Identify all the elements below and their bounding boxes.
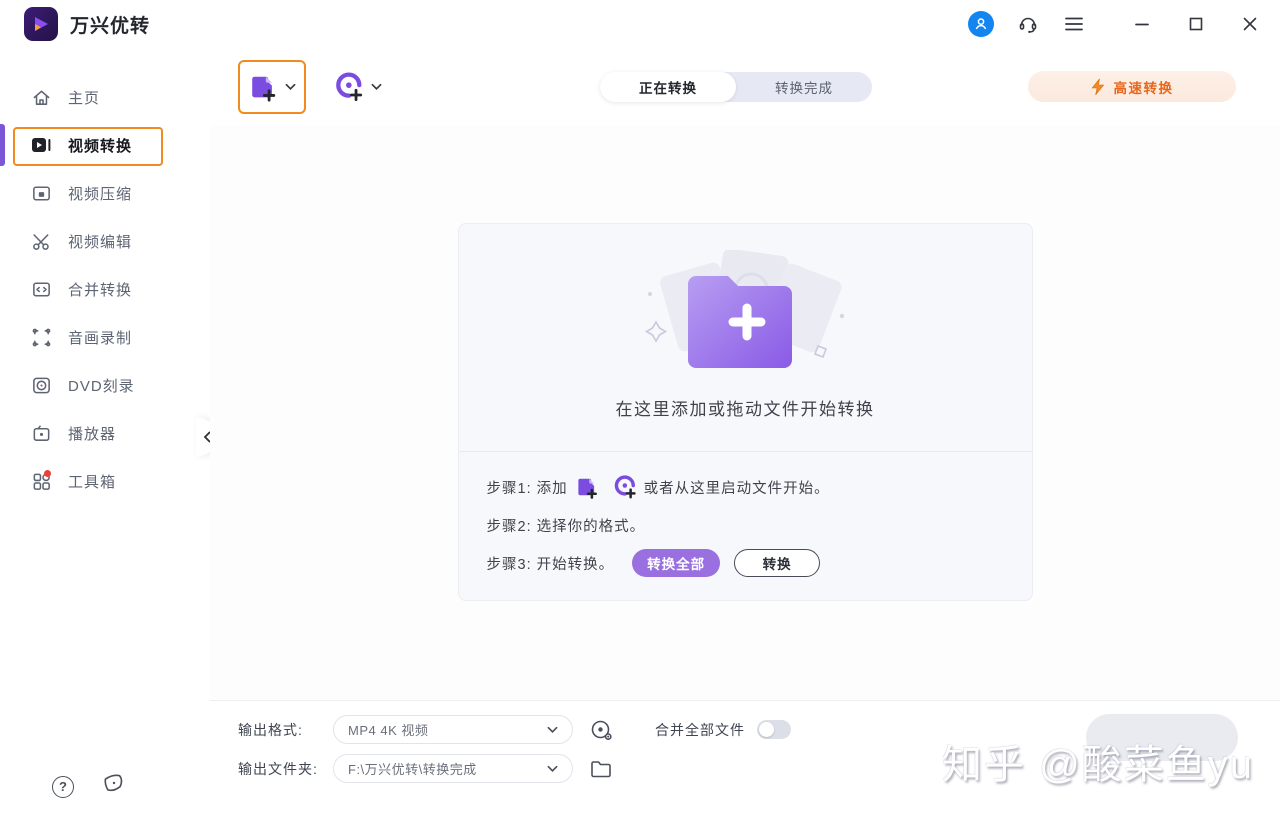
screen-record-icon xyxy=(30,326,52,348)
sidebar-item-label: 播放器 xyxy=(68,425,117,443)
merge-all-files-label: 合并全部文件 xyxy=(655,721,745,738)
sidebar-item-player[interactable]: 播放器 xyxy=(0,409,210,457)
minimize-icon[interactable] xyxy=(1130,12,1154,36)
add-files-button[interactable] xyxy=(238,59,306,114)
add-file-icon xyxy=(575,475,599,499)
close-icon[interactable] xyxy=(1238,12,1262,36)
sidebar-item-merge-convert[interactable]: 合并转换 xyxy=(0,265,210,313)
drop-zone-hint: 在这里添加或拖动文件开始转换 xyxy=(615,400,875,419)
tab-converting[interactable]: 正在转换 xyxy=(600,72,736,102)
headset-support-icon[interactable] xyxy=(1016,12,1040,36)
video-compress-icon xyxy=(30,182,52,204)
high-speed-convert-button[interactable]: 高速转换 xyxy=(1028,71,1236,102)
dvd-burn-icon xyxy=(30,374,52,396)
sidebar-item-label: 音画录制 xyxy=(68,329,133,347)
toolbar: 正在转换 转换完成 高速转换 xyxy=(210,48,1280,125)
add-file-icon xyxy=(252,76,276,102)
chevron-down-icon xyxy=(547,765,558,772)
step-3-row: 步骤3: 开始转换。 转换全部 转换 xyxy=(487,548,1004,578)
sidebar-item-home[interactable]: 主页 xyxy=(0,73,210,121)
output-folder-dropdown[interactable]: F:\万兴优转\转换完成 xyxy=(333,754,573,783)
hamburger-menu-icon[interactable] xyxy=(1062,12,1086,36)
lightning-icon xyxy=(1091,78,1104,95)
output-format-value: MP4 4K 视频 xyxy=(348,723,429,738)
toggle-knob xyxy=(759,722,774,737)
user-avatar-icon[interactable] xyxy=(968,11,994,37)
merge-convert-icon xyxy=(30,278,52,300)
chevron-down-icon xyxy=(371,83,382,90)
notification-dot xyxy=(44,470,51,477)
convert-button[interactable]: 转换 xyxy=(734,549,821,577)
convert-status-tabs: 正在转换 转换完成 xyxy=(600,72,872,102)
sidebar-item-label: 视频压缩 xyxy=(68,185,133,203)
player-icon xyxy=(30,422,52,444)
add-disc-icon xyxy=(613,475,637,499)
step-2-text: 步骤2: 选择你的格式。 xyxy=(486,518,646,535)
format-settings-icon[interactable] xyxy=(589,718,613,742)
sidebar-item-video-convert[interactable]: 视频转换 xyxy=(0,121,210,169)
tab-converted[interactable]: 转换完成 xyxy=(736,72,872,102)
step-1-text: 步骤1: 添加 xyxy=(486,480,568,497)
step-1-text-suffix: 或者从这里启动文件开始。 xyxy=(643,480,830,497)
home-icon xyxy=(30,86,52,108)
sidebar-item-label: DVD刻录 xyxy=(68,377,135,395)
chevron-down-icon xyxy=(285,83,296,90)
high-speed-convert-label: 高速转换 xyxy=(1113,80,1174,96)
main-area: 正在转换 转换完成 高速转换 在这里添加或拖动文件开始转换 步骤1: 添加 或者… xyxy=(210,48,1280,814)
sidebar-item-label: 合并转换 xyxy=(68,281,133,299)
sidebar-item-av-record[interactable]: 音画录制 xyxy=(0,313,210,361)
output-settings-bar: 输出格式: MP4 4K 视频 合并全部文件 输出文件夹: F:\万兴优转\转换… xyxy=(210,700,1280,814)
chevron-down-icon xyxy=(547,726,558,733)
convert-all-button[interactable]: 转换全部 xyxy=(632,549,721,577)
sidebar-item-toolbox[interactable]: 工具箱 xyxy=(0,457,210,505)
output-format-label: 输出格式: xyxy=(238,721,303,738)
sidebar-item-label: 视频编辑 xyxy=(68,233,133,251)
add-disc-icon xyxy=(336,72,363,101)
step-2-row: 步骤2: 选择你的格式。 xyxy=(487,510,1004,540)
sidebar-item-video-edit[interactable]: 视频编辑 xyxy=(0,217,210,265)
output-folder-label: 输出文件夹: xyxy=(238,760,318,777)
convert-all-disabled-button[interactable] xyxy=(1086,714,1238,761)
step-1-row: 步骤1: 添加 或者从这里启动文件开始。 xyxy=(487,472,1004,502)
help-icon[interactable]: ? xyxy=(52,775,74,798)
feedback-icon[interactable] xyxy=(102,773,126,800)
start-panel: 在这里添加或拖动文件开始转换 步骤1: 添加 或者从这里启动文件开始。 步骤2:… xyxy=(457,223,1033,601)
output-format-dropdown[interactable]: MP4 4K 视频 xyxy=(333,715,573,744)
file-drop-zone[interactable]: 在这里添加或拖动文件开始转换 xyxy=(458,224,1032,452)
sidebar-item-label: 工具箱 xyxy=(68,473,117,491)
scissors-icon xyxy=(30,230,52,252)
app-window: 万兴优转 主页 视频转换 视频压缩 视频编辑 合并转换 音画录制 DVD刻录 播… xyxy=(0,0,1280,814)
sidebar: 主页 视频转换 视频压缩 视频编辑 合并转换 音画录制 DVD刻录 播放器 工具… xyxy=(0,48,210,814)
step-3-text: 步骤3: 开始转换。 xyxy=(486,556,615,573)
app-logo-icon xyxy=(24,7,58,41)
merge-all-files-toggle[interactable] xyxy=(757,720,791,739)
sidebar-item-dvd-burn[interactable]: DVD刻录 xyxy=(0,361,210,409)
app-title: 万兴优转 xyxy=(70,15,151,37)
title-bar: 万兴优转 xyxy=(0,0,1280,48)
sidebar-item-label: 主页 xyxy=(68,89,101,107)
folder-plus-illustration xyxy=(620,248,870,383)
add-disc-button[interactable] xyxy=(326,62,390,112)
sidebar-item-video-compress[interactable]: 视频压缩 xyxy=(0,169,210,217)
output-folder-value: F:\万兴优转\转换完成 xyxy=(348,762,477,777)
open-folder-icon[interactable] xyxy=(589,757,613,781)
maximize-icon[interactable] xyxy=(1184,12,1208,36)
sidebar-item-label: 视频转换 xyxy=(68,137,133,155)
video-convert-icon xyxy=(30,134,52,156)
steps-guide: 步骤1: 添加 或者从这里启动文件开始。 步骤2: 选择你的格式。 步骤3: 开… xyxy=(459,452,1032,578)
